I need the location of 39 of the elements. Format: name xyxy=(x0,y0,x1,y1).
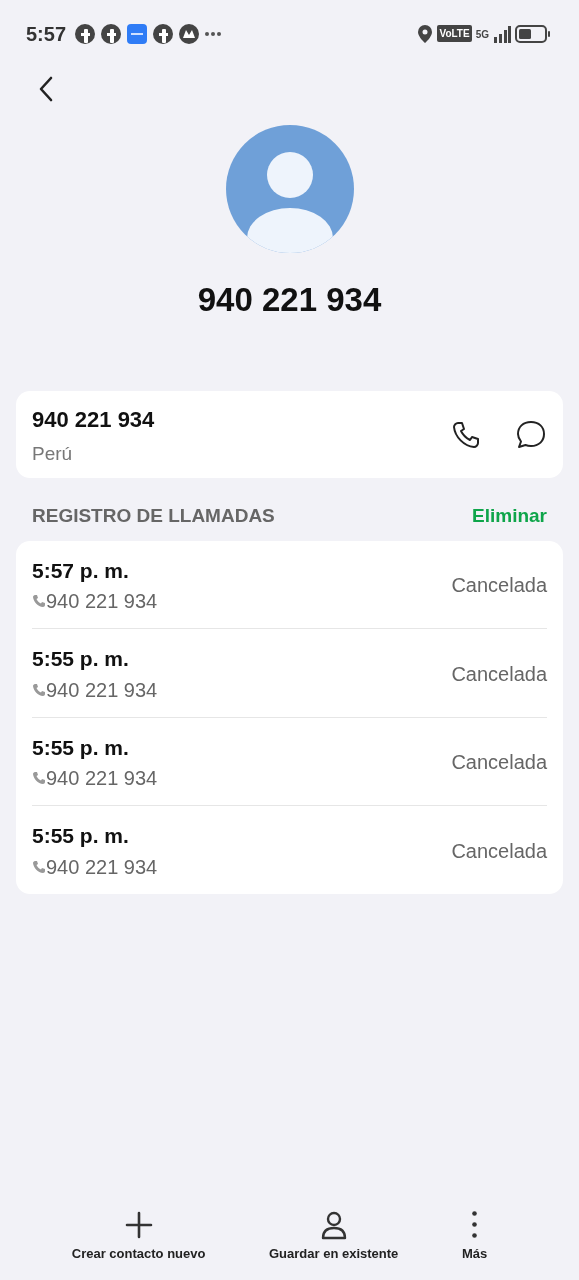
call-number: 940 221 934 xyxy=(46,677,158,703)
phone-icon xyxy=(32,859,46,874)
contact-number-title: 940 221 934 xyxy=(196,280,383,320)
call-status: Cancelada xyxy=(451,573,547,599)
network-type: 5G xyxy=(475,29,489,40)
phone-number: 940 221 934 xyxy=(32,405,155,434)
phone-icon xyxy=(32,682,46,697)
call-status: Cancelada xyxy=(451,661,547,687)
phone-icon xyxy=(451,420,481,451)
more-notifications-icon xyxy=(204,30,223,37)
social-app-icon xyxy=(74,22,97,45)
add-icon xyxy=(123,1209,154,1240)
signal-icon xyxy=(493,24,511,43)
section-heading: REGISTRO DE LLAMADAS xyxy=(32,504,275,528)
phone-icon xyxy=(32,771,46,785)
call-time: 5:55 p. m. xyxy=(32,823,130,849)
battery-icon xyxy=(515,23,551,44)
more-icon xyxy=(472,1210,478,1238)
bottom-action-button[interactable]: Guardar en existente xyxy=(269,1209,399,1263)
call-button[interactable] xyxy=(451,420,481,451)
social-app-icon xyxy=(100,22,123,45)
country-label: Perú xyxy=(32,441,74,466)
app-icon xyxy=(178,22,201,45)
call-number: 940 221 934 xyxy=(46,854,158,880)
bottom-action-button[interactable]: Crear contacto nuevo xyxy=(71,1209,206,1263)
call-number: 940 221 934 xyxy=(46,766,158,791)
call-number: 940 221 934 xyxy=(46,589,158,614)
clock-time: 5:57 xyxy=(26,21,67,47)
call-status: Cancelada xyxy=(451,750,547,776)
app-icon xyxy=(126,22,149,45)
location-icon xyxy=(417,23,434,44)
call-time: 5:57 p. m. xyxy=(32,557,130,584)
call-time: 5:55 p. m. xyxy=(32,646,130,672)
call-time: 5:55 p. m. xyxy=(32,734,130,761)
volte-indicator: VoLTE xyxy=(437,25,472,42)
phone-icon xyxy=(32,594,46,608)
bottom-action-button[interactable]: Más xyxy=(461,1209,488,1263)
call-status: Cancelada xyxy=(451,838,547,864)
social-app-icon xyxy=(152,22,175,45)
